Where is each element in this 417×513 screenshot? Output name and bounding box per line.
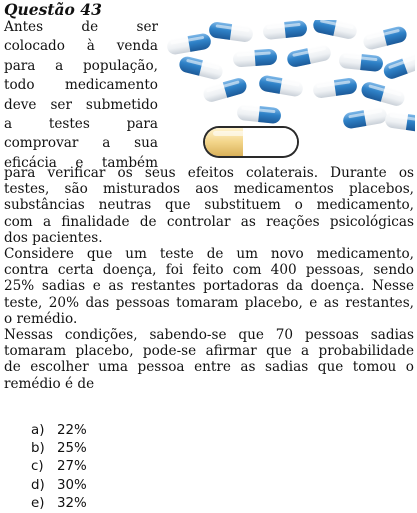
text-line: remédio é de [4, 375, 95, 392]
text-line: o remédio. [4, 310, 78, 327]
intro-line: deve ser submetido [4, 96, 158, 113]
text-line: dos pacientes. [4, 229, 103, 246]
text-line: Nessas condições, sabendo-se que 70 pess… [4, 327, 414, 344]
question-title: Questão 43 [4, 0, 102, 19]
option-a[interactable]: a) 22% [31, 422, 87, 440]
text-line: com a finalidade de controlar as reações… [4, 213, 414, 230]
text-line: Considere que um teste de um novo medica… [4, 246, 414, 263]
paragraph-context: para verificar os seus efeitos colaterai… [4, 165, 414, 246]
option-letter: b) [31, 441, 45, 457]
text-line: testes, são misturados aos medicamentos … [4, 181, 414, 198]
paragraph-data: Considere que um teste de um novo medica… [4, 246, 414, 327]
intro-text: Antes de ser colocado à venda para a pop… [4, 18, 158, 173]
text-line: teste, 20% das pessoas tomaram placebo, … [4, 294, 414, 311]
text-line: contra certa doença, foi feito com 400 p… [4, 262, 414, 279]
option-value: 30% [57, 477, 87, 493]
option-c[interactable]: c) 27% [31, 458, 87, 476]
answer-options: a) 22% b) 25% c) 27% d) 30% e) 32% [31, 422, 87, 513]
text-line: de escolher uma pessoa entre as sadias q… [4, 359, 414, 376]
paragraph-question: Nessas condições, sabendo-se que 70 pess… [4, 327, 414, 392]
text-line: substâncias neutras que substituem o med… [4, 197, 414, 214]
question-page: Questão 43 Antes de ser colocado à venda… [0, 0, 417, 513]
text-line: 25% sadias e as restantes portadoras da … [4, 278, 414, 295]
option-e[interactable]: e) 32% [31, 495, 87, 513]
text-line: tomaram placebo, pode-se afirmar que a p… [4, 343, 414, 360]
option-value: 25% [57, 441, 87, 457]
capsules-image [163, 20, 415, 165]
intro-line: a testes para [4, 116, 158, 133]
intro-line: todo medicamento [4, 77, 158, 94]
option-letter: c) [31, 459, 44, 475]
question-body: para verificar os seus efeitos colaterai… [4, 165, 414, 392]
intro-line: para a população, [4, 57, 158, 74]
option-letter: e) [31, 495, 45, 511]
option-value: 27% [57, 459, 87, 475]
intro-line: comprovar a sua [4, 135, 158, 152]
option-value: 22% [57, 423, 87, 438]
intro-line: colocado à venda [4, 38, 158, 55]
intro-line: Antes de ser [4, 19, 158, 35]
option-d[interactable]: d) 30% [31, 477, 87, 495]
option-letter: d) [31, 477, 45, 493]
option-value: 32% [57, 495, 87, 511]
text-line: para verificar os seus efeitos colaterai… [4, 165, 414, 181]
yellow-white-capsule [203, 126, 299, 158]
option-letter: a) [31, 423, 45, 438]
option-b[interactable]: b) 25% [31, 440, 87, 458]
